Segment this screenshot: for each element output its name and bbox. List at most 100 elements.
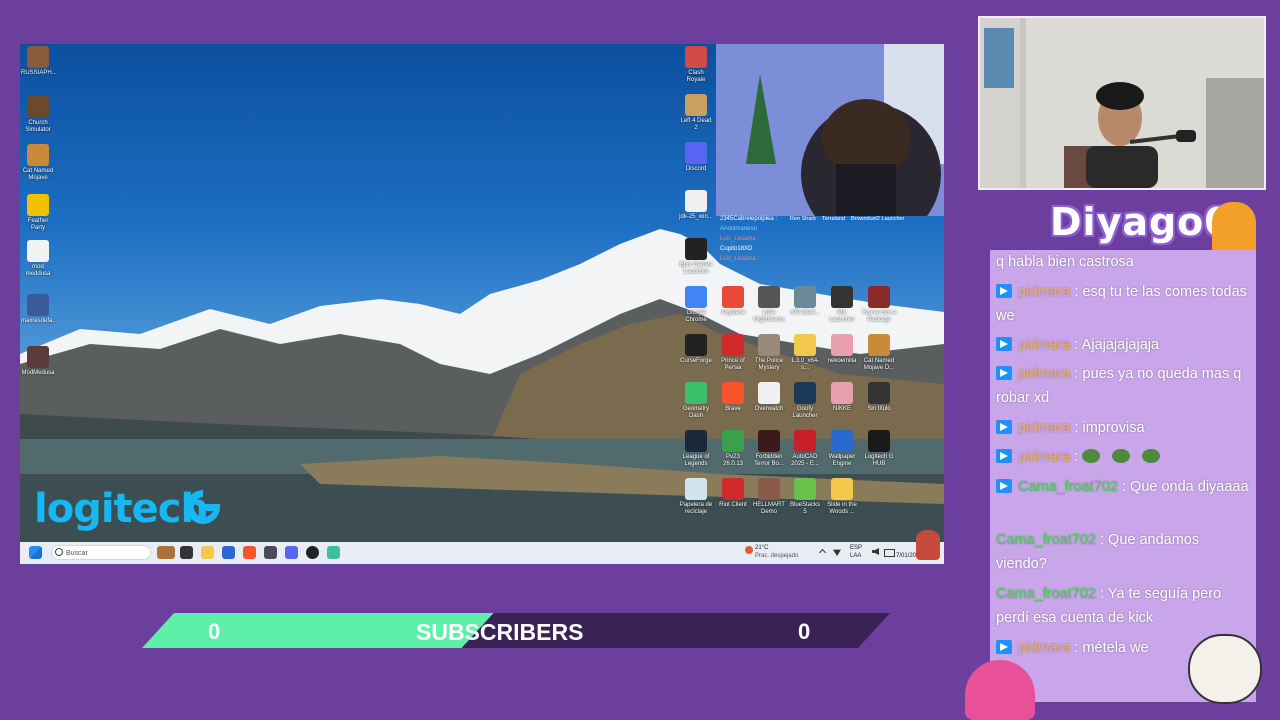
desktop-shortcut[interactable]: ModMedusa xyxy=(21,346,55,377)
desktop-shortcut[interactable]: Church Simulator xyxy=(21,96,55,134)
network-icon[interactable] xyxy=(833,549,841,556)
desktop-shortcut[interactable]: Clash Royale xyxy=(679,46,713,84)
chevron-up-icon[interactable] xyxy=(818,548,827,557)
desktop-shortcut[interactable]: AnyDesk xyxy=(716,286,750,317)
desktop-shortcut[interactable]: c90-2024... xyxy=(788,286,822,317)
app-icon xyxy=(831,430,853,452)
file-explorer-icon[interactable] xyxy=(201,546,214,559)
chat-username[interactable]: pidmara xyxy=(1018,640,1070,656)
chat-message: pidmara : xyxy=(996,445,1252,469)
desktop-shortcut[interactable]: Geometry Dash xyxy=(679,382,713,420)
chat-username[interactable]: pidmara xyxy=(1018,366,1070,382)
desktop-shortcut[interactable]: Wallpaper Engine xyxy=(825,430,859,468)
brave-icon[interactable] xyxy=(243,546,256,559)
windows-start-icon[interactable] xyxy=(29,546,42,559)
desktop-shortcut[interactable]: League of Legends xyxy=(679,430,713,468)
desktop-shortcut[interactable]: Discord xyxy=(679,142,713,173)
desktop-shortcut[interactable]: BlueStacks 5 xyxy=(788,478,822,516)
desktop-shortcut[interactable]: Riot Client xyxy=(716,478,750,509)
chat-message: Cama_froat702 : Ya te seguía pero perdí … xyxy=(996,582,1252,630)
app-icon xyxy=(831,286,853,308)
icon-label: Terraland xyxy=(822,216,845,222)
chat-message: Cama_froat702 : Que onda diyaaaa xyxy=(996,475,1252,499)
desktop-shortcut[interactable]: Little Nightmares xyxy=(752,286,786,324)
desktop-shortcut[interactable]: RUSSIAPH... xyxy=(21,46,57,77)
app-icon xyxy=(868,382,890,404)
app-icon xyxy=(794,286,816,308)
chat-username[interactable]: Cama_froat702 xyxy=(996,532,1096,548)
chat-username[interactable]: Cama_froat702 xyxy=(1018,479,1118,495)
desktop-shortcut[interactable]: jdk-25_win... xyxy=(679,190,713,221)
emote-icon xyxy=(1112,449,1131,463)
shortcut-label: Overwatch xyxy=(754,406,784,412)
desktop-shortcut[interactable]: Slide in the Woods ... xyxy=(825,478,859,516)
overlay-chat-line: Cupito18XD xyxy=(720,246,753,252)
chat-username[interactable]: pidmara xyxy=(1018,420,1070,436)
desktop-shortcut[interactable]: AutoCAD 2025 - E... xyxy=(788,430,822,468)
taskbar-app-icon[interactable] xyxy=(222,546,235,559)
desktop-shortcut[interactable]: Forbidden Terror Bo... xyxy=(752,430,786,468)
desktop-shortcut[interactable]: Feather Party xyxy=(21,194,55,232)
app-icon xyxy=(758,382,780,404)
chat-username[interactable]: pidmara xyxy=(1018,449,1070,465)
taskbar-app-icon[interactable] xyxy=(157,546,175,559)
shortcut-label: Riot Client xyxy=(719,502,747,508)
desktop-shortcut[interactable]: maxresdefa... xyxy=(21,294,57,325)
desktop-shortcut[interactable]: HELLMART Demo xyxy=(752,478,786,516)
taskbar-app-icon[interactable] xyxy=(285,546,298,559)
desktop-shortcut[interactable]: You've Got a Package xyxy=(862,286,896,324)
shortcut-label: AnyDesk xyxy=(720,310,745,316)
desktop-shortcut[interactable]: Google Chrome xyxy=(679,286,713,324)
app-icon xyxy=(722,334,744,356)
desktop-shortcut[interactable]: mod meddusa xyxy=(21,240,55,278)
chat-username[interactable]: pidmara xyxy=(1018,284,1070,300)
shortcut-label: Discord xyxy=(685,166,707,172)
app-icon xyxy=(868,334,890,356)
shortcut-label: ModMedusa xyxy=(21,370,55,376)
shortcut-label: NIKKE xyxy=(832,406,851,412)
desktop-shortcut[interactable]: Prince of Persia xyxy=(716,334,750,372)
desktop-shortcut[interactable]: PvZ3 26.0.13 xyxy=(716,430,750,468)
desktop-shortcut[interactable]: Left 4 Dead 2 xyxy=(679,94,713,132)
desktop-shortcut[interactable]: Papelera de reciclaje xyxy=(679,478,713,516)
overlay-chat-line: Luis_Lesama : xyxy=(720,236,760,242)
battery-icon[interactable] xyxy=(884,549,895,557)
desktop-shortcut[interactable]: Sin título xyxy=(862,382,896,413)
desktop-shortcut[interactable]: Logitech G HUB xyxy=(862,430,896,468)
weather-icon xyxy=(745,546,753,554)
desktop-shortcut[interactable]: nekoemilia xyxy=(825,334,859,365)
channel-name: Diyago0 xyxy=(1050,200,1232,244)
shortcut-label: Goofy Launcher xyxy=(792,406,818,419)
windows-taskbar: Buscar 21°C Prac. despejado ESP LAA 7/01… xyxy=(20,530,944,564)
taskbar-app-icon[interactable] xyxy=(327,546,340,559)
chat-username[interactable]: Cama_froat702 xyxy=(996,586,1096,602)
shortcut-label: Logitech G HUB xyxy=(864,454,894,467)
app-icon xyxy=(794,334,816,356)
speaker-icon[interactable] xyxy=(872,548,879,555)
desktop-shortcut[interactable]: Brave xyxy=(716,382,750,413)
desktop-shortcut[interactable]: NIKKE xyxy=(825,382,859,413)
task-view-icon[interactable] xyxy=(180,546,193,559)
taskbar-search-input[interactable]: Buscar xyxy=(51,545,151,560)
desktop-shortcut[interactable]: Cat Named Mojave xyxy=(21,144,55,182)
desktop-shortcut[interactable]: Goofy Launcher xyxy=(788,382,822,420)
desktop-shortcut[interactable]: MK Launcher xyxy=(825,286,859,324)
subscribers-goal-bar: 0 SUBSCRIBERS 0 xyxy=(142,613,890,648)
desktop-shortcut[interactable]: 1.3.0_x64-s... xyxy=(788,334,822,372)
app-icon xyxy=(831,334,853,356)
language-indicator[interactable]: ESP xyxy=(850,545,862,551)
desktop-shortcut[interactable]: CurseForge xyxy=(679,334,713,365)
platform-badge-icon xyxy=(996,640,1012,654)
desktop-shortcut[interactable]: Epic Games Launcher xyxy=(679,238,713,276)
taskbar-app-icon[interactable] xyxy=(264,546,277,559)
desktop-shortcut[interactable]: Overwatch xyxy=(752,382,786,413)
game-icon xyxy=(27,46,49,68)
language-layout: LAA xyxy=(850,553,862,559)
desktop-shortcut[interactable]: Cat Named Mojave D... xyxy=(862,334,896,372)
weather-temp[interactable]: 21°C xyxy=(755,545,768,551)
desktop-shortcut[interactable]: The Police Mystery xyxy=(752,334,786,372)
taskbar-app-icon[interactable] xyxy=(306,546,319,559)
shortcut-label: 1.3.0_x64-s... xyxy=(790,358,820,371)
chat-username[interactable]: pidmara xyxy=(1018,337,1070,353)
chat-message: Cama_froat702 : Que andamos viendo? xyxy=(996,528,1252,576)
